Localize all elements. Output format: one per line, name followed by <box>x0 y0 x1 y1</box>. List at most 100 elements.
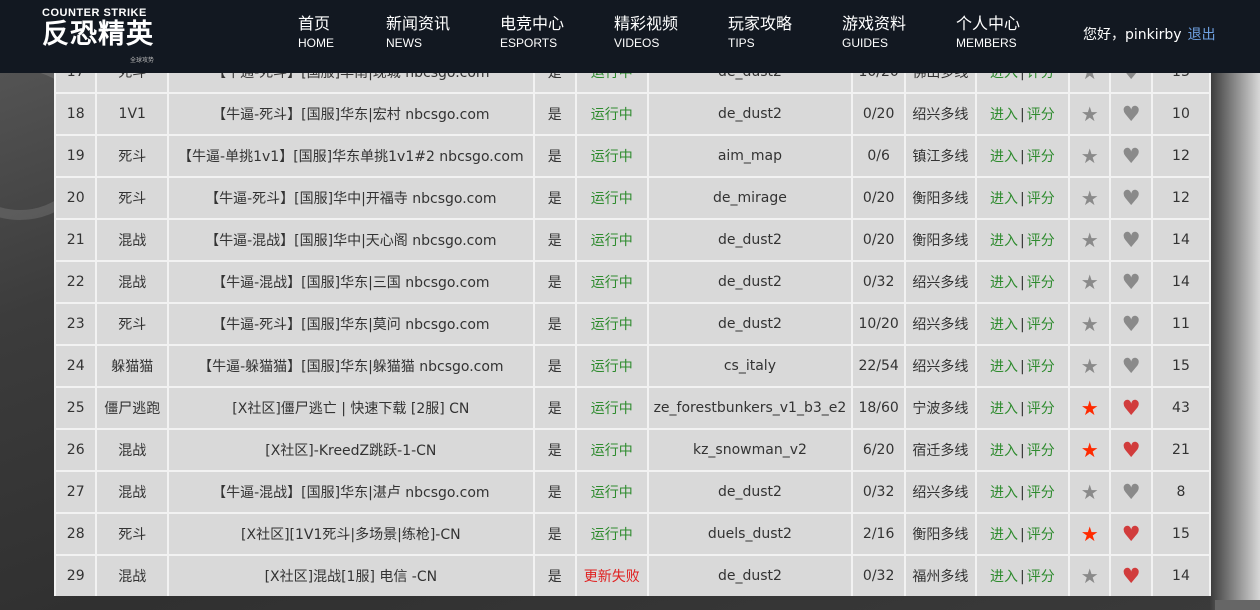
map-name: de_dust2 <box>648 220 852 260</box>
rate-link[interactable]: 评分 <box>1027 401 1055 417</box>
network-line: 衡阳多线 <box>906 514 975 554</box>
star-icon[interactable]: ★ <box>1081 480 1099 504</box>
heart-icon[interactable]: ♥ <box>1122 396 1141 420</box>
server-status: 运行中 <box>576 346 647 386</box>
map-name: ze_forestbunkers_v1_b3_e2 <box>648 388 852 428</box>
nav-item-esports[interactable]: 电竞中心 ESPORTS <box>500 13 564 51</box>
site-logo[interactable]: COUNTER STRIKE 反恐精英 全球攻势 <box>42 6 172 64</box>
rate-link[interactable]: 评分 <box>1027 149 1055 165</box>
network-line: 宁波多线 <box>906 388 975 428</box>
player-count: 0/20 <box>853 220 905 260</box>
rating-count: 12 <box>1152 178 1209 218</box>
star-icon[interactable]: ★ <box>1081 102 1099 126</box>
star-icon[interactable]: ★ <box>1081 396 1099 420</box>
enter-link[interactable]: 进入 <box>990 527 1018 543</box>
heart-icon[interactable]: ♥ <box>1122 228 1141 252</box>
heart-icon[interactable]: ♥ <box>1122 102 1141 126</box>
enter-link[interactable]: 进入 <box>990 485 1018 501</box>
password-flag: 是 <box>534 304 575 344</box>
row-actions: 进入 | 评分 <box>976 514 1068 554</box>
server-name: 【牛逼-单挑1v1】[国服]华东单挑1v1#2 nbcsgo.com <box>169 136 533 176</box>
player-count: 2/16 <box>853 514 905 554</box>
nav-item-videos[interactable]: 精彩视频 VIDEOS <box>614 13 678 51</box>
heart-icon[interactable]: ♥ <box>1122 438 1141 462</box>
star-icon[interactable]: ★ <box>1081 438 1099 462</box>
server-status: 运行中 <box>576 136 647 176</box>
rate-link[interactable]: 评分 <box>1027 569 1055 585</box>
password-flag: 是 <box>534 220 575 260</box>
rate-link[interactable]: 评分 <box>1027 527 1055 543</box>
favorite-cell: ★ <box>1070 94 1110 134</box>
star-icon[interactable]: ★ <box>1081 144 1099 168</box>
enter-link[interactable]: 进入 <box>990 443 1018 459</box>
heart-icon[interactable]: ♥ <box>1122 564 1141 588</box>
enter-link[interactable]: 进入 <box>990 359 1018 375</box>
star-icon[interactable]: ★ <box>1081 270 1099 294</box>
row-actions: 进入 | 评分 <box>976 430 1068 470</box>
star-icon[interactable]: ★ <box>1081 186 1099 210</box>
heart-icon[interactable]: ♥ <box>1122 186 1141 210</box>
row-number: 29 <box>56 556 96 596</box>
game-mode: 死斗 <box>97 178 168 218</box>
server-status: 运行中 <box>576 178 647 218</box>
row-number: 22 <box>56 262 96 302</box>
server-status: 更新失败 <box>576 556 647 596</box>
enter-link[interactable]: 进入 <box>990 107 1018 123</box>
game-mode: 混战 <box>97 220 168 260</box>
rate-link[interactable]: 评分 <box>1027 443 1055 459</box>
star-icon[interactable]: ★ <box>1081 228 1099 252</box>
server-name: [X社区]僵尸逃亡 | 快速下载 [2服] CN <box>169 388 533 428</box>
map-name: kz_snowman_v2 <box>648 430 852 470</box>
rate-link[interactable]: 评分 <box>1027 107 1055 123</box>
nav-item-home[interactable]: 首页 HOME <box>298 13 334 51</box>
server-list: 17死斗【牛通-死斗】[国服]华南|现城 nbcsgo.com是运行中de_du… <box>54 50 1211 596</box>
enter-link[interactable]: 进入 <box>990 191 1018 207</box>
star-icon[interactable]: ★ <box>1081 522 1099 546</box>
server-table-body: 17死斗【牛通-死斗】[国服]华南|现城 nbcsgo.com是运行中de_du… <box>56 52 1209 596</box>
map-name: cs_italy <box>648 346 852 386</box>
nav-label-zh: 首页 <box>298 14 331 33</box>
enter-link[interactable]: 进入 <box>990 317 1018 333</box>
rate-link[interactable]: 评分 <box>1027 233 1055 249</box>
row-actions: 进入 | 评分 <box>976 304 1068 344</box>
player-count: 0/20 <box>853 178 905 218</box>
favorite-cell: ★ <box>1070 220 1110 260</box>
enter-link[interactable]: 进入 <box>990 569 1018 585</box>
server-status: 运行中 <box>576 430 647 470</box>
enter-link[interactable]: 进入 <box>990 149 1018 165</box>
rating-count: 15 <box>1152 346 1209 386</box>
game-mode: 躲猫猫 <box>97 346 168 386</box>
star-icon[interactable]: ★ <box>1081 354 1099 378</box>
server-status: 运行中 <box>576 514 647 554</box>
heart-icon[interactable]: ♥ <box>1122 480 1141 504</box>
heart-icon[interactable]: ♥ <box>1122 144 1141 168</box>
rate-link[interactable]: 评分 <box>1027 317 1055 333</box>
heart-icon[interactable]: ♥ <box>1122 522 1141 546</box>
logout-link[interactable]: 退出 <box>1188 27 1216 43</box>
heart-icon[interactable]: ♥ <box>1122 312 1141 336</box>
enter-link[interactable]: 进入 <box>990 233 1018 249</box>
heart-icon[interactable]: ♥ <box>1122 354 1141 378</box>
nav-item-members[interactable]: 个人中心 MEMBERS <box>956 13 1020 51</box>
server-name: 【牛逼-死斗】[国服]华中|开福寺 nbcsgo.com <box>169 178 533 218</box>
enter-link[interactable]: 进入 <box>990 401 1018 417</box>
server-name: [X社区]混战[1服] 电信 -CN <box>169 556 533 596</box>
rate-link[interactable]: 评分 <box>1027 359 1055 375</box>
enter-link[interactable]: 进入 <box>990 275 1018 291</box>
nav-item-tips[interactable]: 玩家攻略 TIPS <box>728 13 792 51</box>
row-actions: 进入 | 评分 <box>976 94 1068 134</box>
table-row: 28 死斗 [X社区][1V1死斗|多场景|练枪]-CN 是运行中 duels_dust… <box>56 514 1209 554</box>
table-row: 29 混战 [X社区]混战[1服] 电信 -CN 是更新失败 de_dust2 0/32 福… <box>56 556 1209 596</box>
scrollbar-thumb[interactable] <box>1215 600 1260 610</box>
map-name: aim_map <box>648 136 852 176</box>
star-icon[interactable]: ★ <box>1081 312 1099 336</box>
rate-link[interactable]: 评分 <box>1027 275 1055 291</box>
password-flag: 是 <box>534 388 575 428</box>
heart-icon[interactable]: ♥ <box>1122 270 1141 294</box>
nav-item-guides[interactable]: 游戏资料 GUIDES <box>842 13 906 51</box>
star-icon[interactable]: ★ <box>1081 564 1099 588</box>
nav-label-zh: 新闻资讯 <box>386 14 451 33</box>
rate-link[interactable]: 评分 <box>1027 191 1055 207</box>
nav-item-news[interactable]: 新闻资讯 NEWS <box>386 13 450 51</box>
rate-link[interactable]: 评分 <box>1027 485 1055 501</box>
